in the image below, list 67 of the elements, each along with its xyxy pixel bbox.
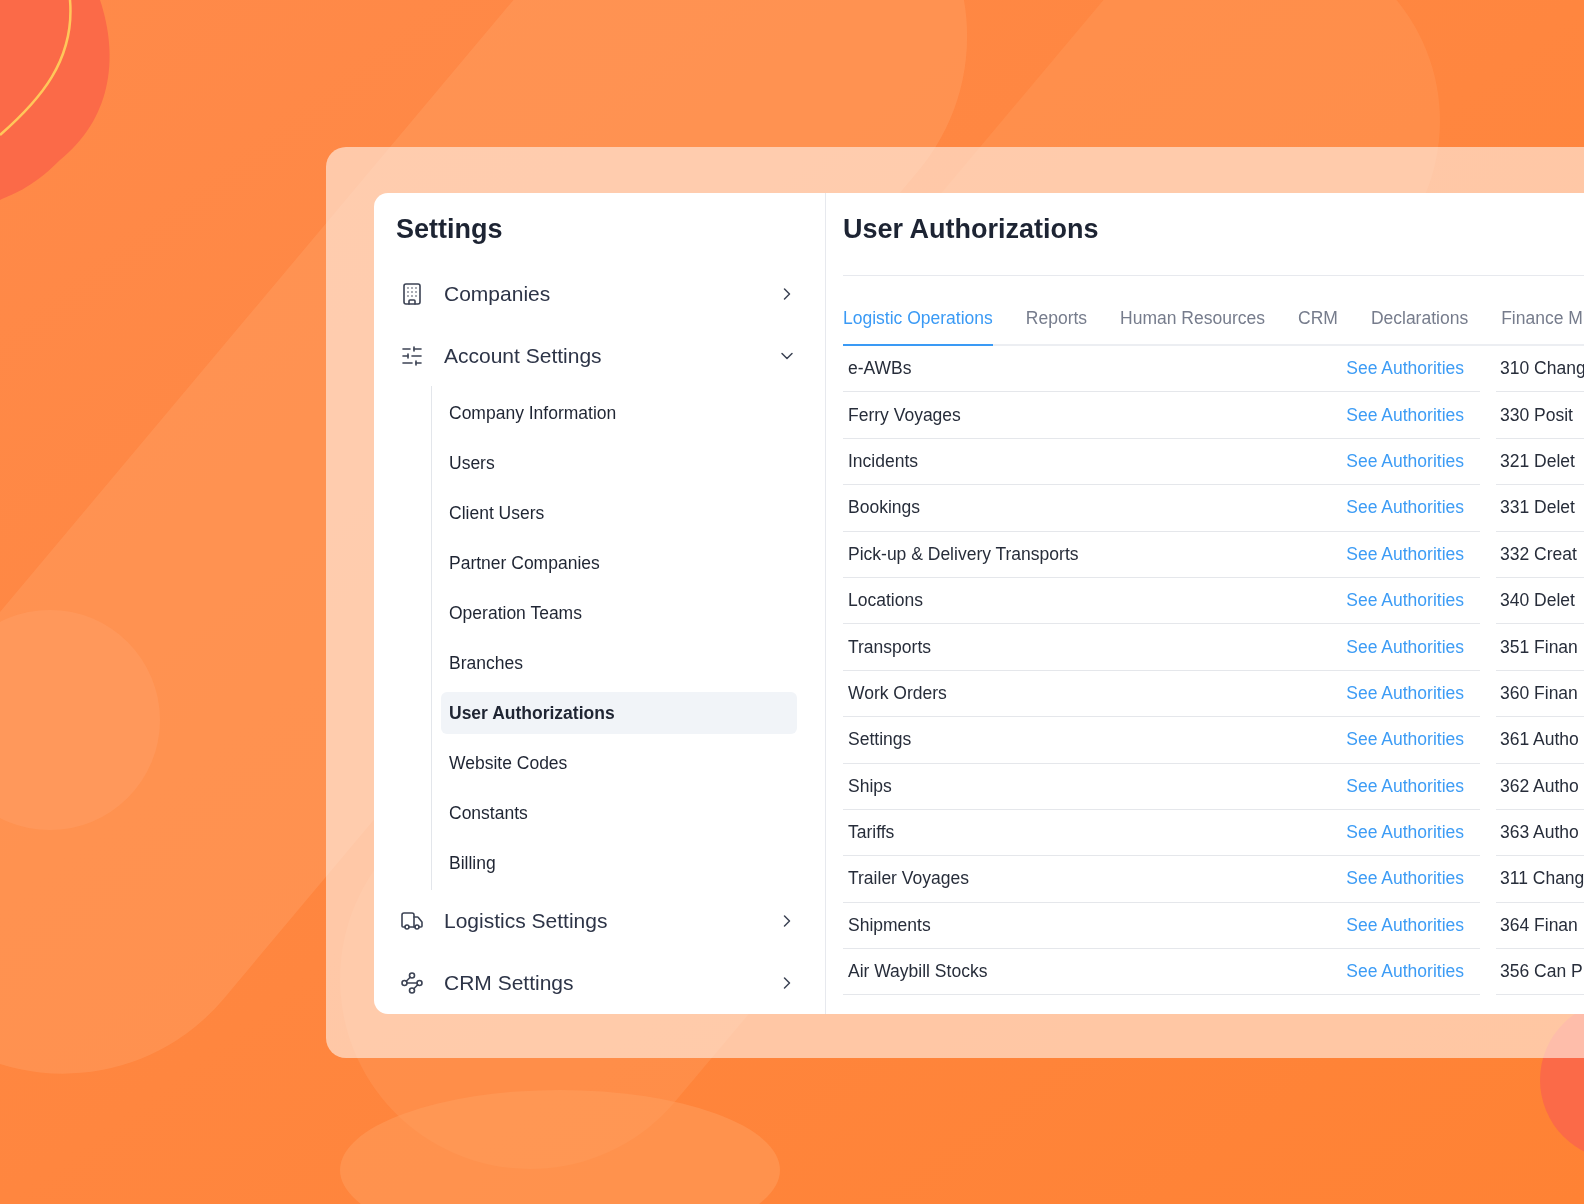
sliders-icon	[400, 343, 424, 368]
see-authorities-link[interactable]: See Authorities	[1346, 590, 1464, 612]
tab[interactable]: Finance M	[1501, 308, 1583, 346]
module-name: Bookings	[848, 497, 920, 519]
table-cell: 332 Creat	[1496, 531, 1584, 578]
nav-item[interactable]: CRM Settings	[396, 952, 797, 1014]
table-cell: 311 Chang	[1496, 856, 1584, 903]
submenu-item[interactable]: Users	[441, 442, 797, 485]
table-cell: 363 Autho	[1496, 809, 1584, 857]
table-cell: 364 Finan	[1496, 902, 1584, 950]
see-authorities-link[interactable]: See Authorities	[1346, 682, 1464, 704]
table-cell: 351 Finan	[1496, 624, 1584, 671]
tab[interactable]: Human Resources	[1120, 308, 1265, 346]
page-title: User Authorizations	[843, 213, 1584, 276]
submenu-item[interactable]: Website Codes	[441, 742, 797, 785]
nav-item[interactable]: Companies	[396, 262, 797, 325]
module-name: e-AWBs	[848, 358, 912, 380]
submenu-item[interactable]: Billing	[441, 842, 797, 885]
tab[interactable]: Reports	[1025, 308, 1088, 346]
module-name: Tariffs	[848, 822, 895, 844]
table-cell: 340 Delet	[1496, 577, 1584, 625]
see-authorities-link[interactable]: See Authorities	[1346, 868, 1464, 890]
see-authorities-link[interactable]: See Authorities	[1346, 961, 1464, 983]
tab[interactable]: Declarations	[1370, 308, 1469, 346]
tab[interactable]: CRM	[1298, 308, 1338, 346]
submenu-item[interactable]: User Authorizations	[441, 692, 797, 735]
table-cell: 361 Autho	[1496, 717, 1584, 764]
sidebar-title: Settings	[396, 213, 503, 245]
module-name: Air Waybill Stocks	[848, 961, 988, 983]
submenu-item[interactable]: Client Users	[441, 492, 797, 535]
nav-item[interactable]: Account Settings	[396, 324, 797, 387]
module-name: Ships	[848, 775, 892, 797]
see-authorities-link[interactable]: See Authorities	[1346, 358, 1464, 380]
table-cell: 362 Autho	[1496, 763, 1584, 810]
see-authorities-link[interactable]: See Authorities	[1346, 822, 1464, 844]
see-authorities-link[interactable]: See Authorities	[1346, 497, 1464, 519]
nav-item[interactable]: Logistics Settings	[396, 890, 797, 953]
see-authorities-link[interactable]: See Authorities	[1346, 636, 1464, 658]
submenu-item[interactable]: Constants	[441, 792, 797, 835]
submenu-item[interactable]: Company Information	[441, 392, 797, 435]
module-name: Settings	[848, 729, 912, 751]
module-name: Trailer Voyages	[848, 868, 969, 890]
see-authorities-link[interactable]: See Authorities	[1346, 775, 1464, 797]
see-authorities-link[interactable]: See Authorities	[1346, 729, 1464, 751]
module-name: Locations	[848, 590, 923, 612]
table-cell: 321 Delet	[1496, 438, 1584, 486]
module-name: Work Orders	[848, 682, 947, 704]
module-name: Transports	[848, 636, 931, 658]
submenu-item[interactable]: Partner Companies	[441, 542, 797, 585]
module-name: Shipments	[848, 914, 931, 936]
see-authorities-link[interactable]: See Authorities	[1346, 914, 1464, 936]
module-name: Pick-up & Delivery Transports	[848, 543, 1079, 565]
submenu-item[interactable]: Operation Teams	[441, 592, 797, 635]
see-authorities-link[interactable]: See Authorities	[1346, 404, 1464, 426]
tab[interactable]: Logistic Operations	[843, 308, 993, 346]
building-icon	[400, 281, 424, 306]
module-name: Incidents	[848, 450, 919, 472]
table-cell: 330 Posit	[1496, 392, 1584, 439]
submenu-item[interactable]: Branches	[441, 642, 797, 685]
table-cell: 331 Delet	[1496, 485, 1584, 532]
table-cell: 356 Can P	[1496, 949, 1584, 996]
table-cell: 360 Finan	[1496, 670, 1584, 718]
see-authorities-link[interactable]: See Authorities	[1346, 543, 1464, 565]
network-icon	[400, 971, 424, 996]
table-cell: 310 Chang	[1496, 346, 1584, 393]
see-authorities-link[interactable]: See Authorities	[1346, 450, 1464, 472]
module-name: Ferry Voyages	[848, 404, 961, 426]
